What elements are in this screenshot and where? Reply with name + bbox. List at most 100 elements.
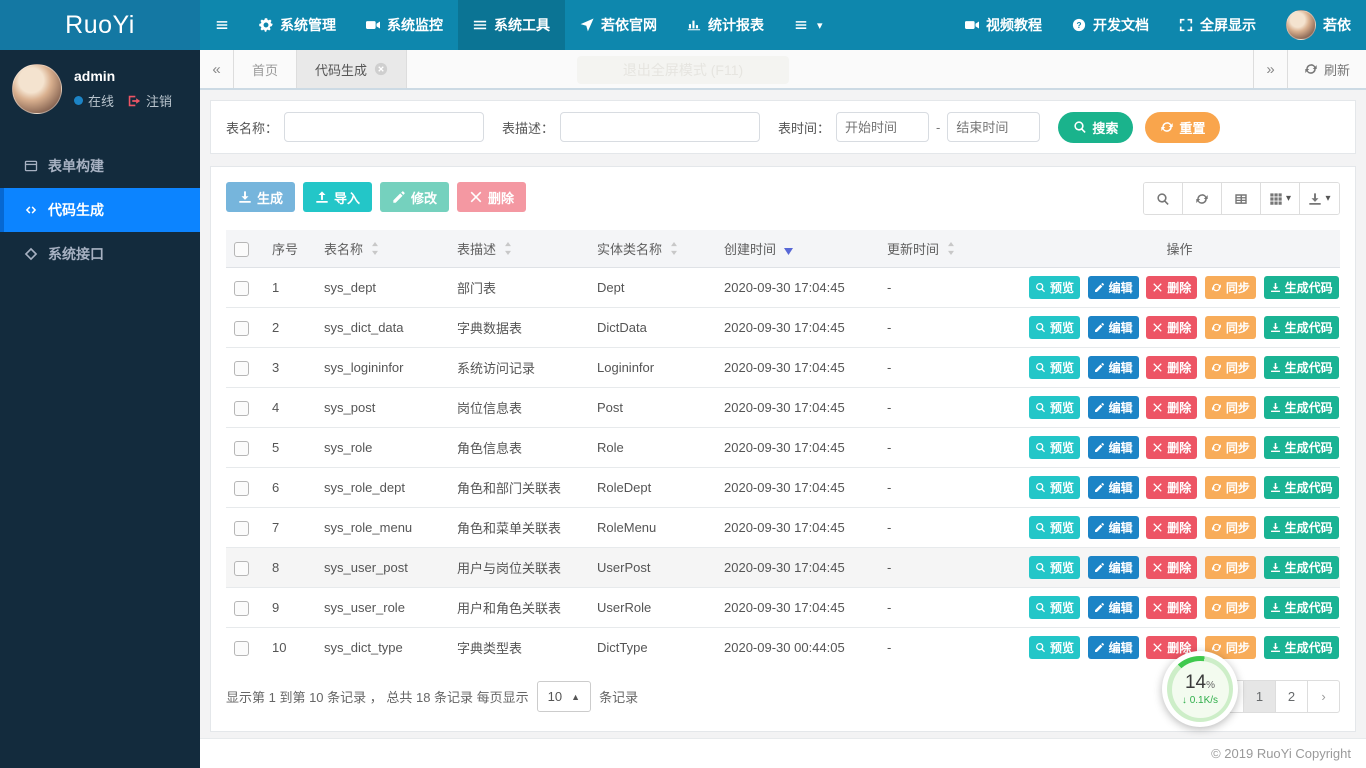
row-checkbox[interactable] bbox=[234, 480, 249, 496]
logout-link[interactable]: 注销 bbox=[146, 91, 172, 110]
row-delete-button[interactable]: 删除 bbox=[1146, 316, 1198, 339]
table-desc-input[interactable] bbox=[560, 112, 761, 142]
tab-home[interactable]: 首页 bbox=[234, 50, 298, 88]
row-checkbox[interactable] bbox=[234, 280, 249, 296]
row-checkbox[interactable] bbox=[234, 440, 249, 456]
tab-close-icon[interactable] bbox=[374, 62, 388, 76]
nav-item-system-manage[interactable]: 系统管理 bbox=[244, 0, 351, 50]
download-progress-widget[interactable]: 14% ↓ 0.1K/s bbox=[1162, 651, 1238, 727]
sidebar-toggle-button[interactable] bbox=[200, 0, 244, 50]
row-sync-button[interactable]: 同步 bbox=[1204, 516, 1256, 539]
row-sync-button[interactable]: 同步 bbox=[1204, 596, 1256, 619]
next-page-button[interactable]: › bbox=[1307, 680, 1340, 713]
row-generate-code-button[interactable]: 生成代码 bbox=[1263, 596, 1339, 619]
reset-button[interactable]: 重置 bbox=[1145, 111, 1221, 143]
row-sync-button[interactable]: 同步 bbox=[1204, 556, 1256, 579]
row-sync-button[interactable]: 同步 bbox=[1204, 476, 1256, 499]
nav-item-fullscreen[interactable]: 全屏显示 bbox=[1164, 0, 1271, 50]
tabs-scroll-left-button[interactable]: « bbox=[200, 50, 234, 88]
row-sync-button[interactable]: 同步 bbox=[1204, 356, 1256, 379]
row-checkbox[interactable] bbox=[234, 360, 249, 376]
nav-item-stats-report[interactable]: 统计报表 bbox=[672, 0, 779, 50]
page-size-select[interactable]: 10 ▲ bbox=[536, 681, 592, 712]
row-generate-code-button[interactable]: 生成代码 bbox=[1263, 556, 1339, 579]
row-edit-button[interactable]: 编辑 bbox=[1087, 396, 1139, 419]
row-edit-button[interactable]: 编辑 bbox=[1087, 436, 1139, 459]
row-generate-code-button[interactable]: 生成代码 bbox=[1263, 356, 1339, 379]
import-button[interactable]: 导入 bbox=[303, 182, 373, 212]
col-header-table-name[interactable]: 表名称 bbox=[316, 230, 449, 268]
tabs-scroll-right-button[interactable]: » bbox=[1252, 50, 1287, 88]
row-delete-button[interactable]: 删除 bbox=[1146, 396, 1198, 419]
tab-refresh-button[interactable]: 刷新 bbox=[1286, 50, 1366, 88]
row-delete-button[interactable]: 删除 bbox=[1146, 556, 1198, 579]
row-delete-button[interactable]: 删除 bbox=[1146, 436, 1198, 459]
search-button[interactable]: 搜索 bbox=[1058, 111, 1134, 143]
col-header-updated[interactable]: 更新时间 bbox=[879, 230, 1019, 268]
tab-code-generation[interactable]: 代码生成 bbox=[297, 50, 408, 88]
preview-button[interactable]: 预览 bbox=[1029, 436, 1081, 459]
nav-item-system-monitor[interactable]: 系统监控 bbox=[351, 0, 458, 50]
user-avatar-large[interactable] bbox=[12, 64, 62, 114]
row-edit-button[interactable]: 编辑 bbox=[1087, 596, 1139, 619]
row-sync-button[interactable]: 同步 bbox=[1204, 396, 1256, 419]
preview-button[interactable]: 预览 bbox=[1029, 476, 1081, 499]
edit-button[interactable]: 修改 bbox=[380, 182, 450, 212]
table-detail-view-button[interactable] bbox=[1222, 183, 1261, 214]
table-refresh-button[interactable] bbox=[1183, 183, 1222, 214]
select-all-checkbox[interactable] bbox=[234, 241, 249, 257]
page-button-2[interactable]: 2 bbox=[1275, 680, 1308, 713]
preview-button[interactable]: 预览 bbox=[1029, 596, 1081, 619]
nav-item-dev-docs[interactable]: ? 开发文档 bbox=[1057, 0, 1164, 50]
nav-item-ruoyi-website[interactable]: 若依官网 bbox=[565, 0, 672, 50]
preview-button[interactable]: 预览 bbox=[1029, 356, 1081, 379]
preview-button[interactable]: 预览 bbox=[1029, 396, 1081, 419]
row-edit-button[interactable]: 编辑 bbox=[1087, 476, 1139, 499]
row-delete-button[interactable]: 删除 bbox=[1146, 596, 1198, 619]
row-generate-code-button[interactable]: 生成代码 bbox=[1263, 316, 1339, 339]
table-export-button[interactable]: ▾ bbox=[1300, 183, 1339, 214]
row-edit-button[interactable]: 编辑 bbox=[1087, 276, 1139, 299]
delete-button[interactable]: 删除 bbox=[457, 182, 527, 212]
end-time-input[interactable] bbox=[947, 112, 1041, 142]
row-checkbox[interactable] bbox=[234, 400, 249, 416]
preview-button[interactable]: 预览 bbox=[1029, 276, 1081, 299]
sidebar-item-code-generation[interactable]: 代码生成 bbox=[0, 188, 200, 232]
row-generate-code-button[interactable]: 生成代码 bbox=[1263, 436, 1339, 459]
row-edit-button[interactable]: 编辑 bbox=[1087, 316, 1139, 339]
sidebar-item-system-api[interactable]: 系统接口 bbox=[0, 232, 200, 276]
row-delete-button[interactable]: 删除 bbox=[1146, 276, 1198, 299]
row-sync-button[interactable]: 同步 bbox=[1204, 276, 1256, 299]
row-generate-code-button[interactable]: 生成代码 bbox=[1263, 516, 1339, 539]
row-edit-button[interactable]: 编辑 bbox=[1087, 356, 1139, 379]
preview-button[interactable]: 预览 bbox=[1029, 556, 1081, 579]
sidebar-item-form-builder[interactable]: 表单构建 bbox=[0, 144, 200, 188]
col-header-entity[interactable]: 实体类名称 bbox=[589, 230, 716, 268]
row-edit-button[interactable]: 编辑 bbox=[1087, 636, 1139, 659]
preview-button[interactable]: 预览 bbox=[1029, 316, 1081, 339]
row-checkbox[interactable] bbox=[234, 320, 249, 336]
row-delete-button[interactable]: 删除 bbox=[1146, 356, 1198, 379]
row-edit-button[interactable]: 编辑 bbox=[1087, 516, 1139, 539]
generate-button[interactable]: 生成 bbox=[226, 182, 296, 212]
row-generate-code-button[interactable]: 生成代码 bbox=[1263, 476, 1339, 499]
row-checkbox[interactable] bbox=[234, 640, 249, 656]
row-checkbox[interactable] bbox=[234, 560, 249, 576]
row-edit-button[interactable]: 编辑 bbox=[1087, 556, 1139, 579]
row-checkbox[interactable] bbox=[234, 520, 249, 536]
preview-button[interactable]: 预览 bbox=[1029, 636, 1081, 659]
table-columns-button[interactable]: ▾ bbox=[1261, 183, 1300, 214]
row-sync-button[interactable]: 同步 bbox=[1204, 316, 1256, 339]
nav-more-dropdown[interactable]: ▾ bbox=[779, 0, 838, 50]
row-generate-code-button[interactable]: 生成代码 bbox=[1263, 276, 1339, 299]
table-name-input[interactable] bbox=[284, 112, 485, 142]
row-sync-button[interactable]: 同步 bbox=[1204, 436, 1256, 459]
row-checkbox[interactable] bbox=[234, 600, 249, 616]
col-header-created[interactable]: 创建时间 bbox=[716, 230, 879, 268]
page-button-1[interactable]: 1 bbox=[1243, 680, 1276, 713]
row-generate-code-button[interactable]: 生成代码 bbox=[1263, 636, 1339, 659]
preview-button[interactable]: 预览 bbox=[1029, 516, 1081, 539]
nav-item-system-tools[interactable]: 系统工具 bbox=[458, 0, 565, 50]
row-delete-button[interactable]: 删除 bbox=[1146, 476, 1198, 499]
row-generate-code-button[interactable]: 生成代码 bbox=[1263, 396, 1339, 419]
